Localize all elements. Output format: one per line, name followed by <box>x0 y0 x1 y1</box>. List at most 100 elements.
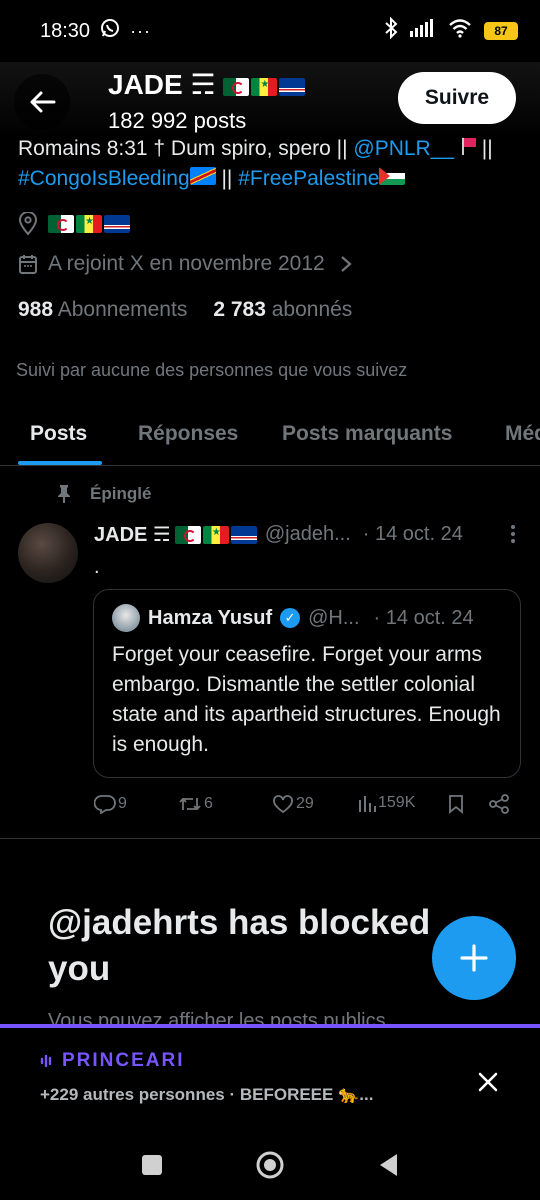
views-button[interactable]: 159K <box>358 794 415 812</box>
joined-row[interactable]: A rejoint X en novembre 2012 <box>18 252 353 276</box>
quoted-author-avatar <box>112 604 140 632</box>
home-button[interactable] <box>255 1150 285 1185</box>
pin-icon <box>58 485 70 503</box>
followers-label: abonnés <box>271 298 353 321</box>
repost-count: 6 <box>204 795 213 812</box>
blocked-title: @jadehrts has blocked you <box>48 903 431 988</box>
hashtag-palestine-link[interactable]: #FreePalestine <box>238 167 379 190</box>
tweet-text: . <box>94 556 100 578</box>
close-space-button[interactable] <box>472 1066 504 1098</box>
location-row <box>18 212 130 236</box>
algeria-flag-icon <box>174 525 201 544</box>
space-meta: +229 autres personnes · BEFOREEE 🐆... <box>40 1085 374 1104</box>
header-name: JADE ☴ <box>108 68 306 101</box>
back-button[interactable] <box>14 74 70 130</box>
quoted-tweet[interactable]: Hamza Yusuf ✓ @H... · 14 oct. 24 Forget … <box>93 589 521 778</box>
tweet-more-icon[interactable] <box>510 524 516 550</box>
recents-button[interactable] <box>141 1154 163 1181</box>
pinned-label: Épinglé <box>90 484 152 503</box>
red-flag-icon <box>460 137 476 155</box>
compose-button[interactable] <box>432 916 516 1000</box>
reply-count: 9 <box>118 795 127 812</box>
back-triangle-icon <box>380 1154 397 1176</box>
tweet-author-handle[interactable]: @jadeh... <box>265 523 351 546</box>
tab-media[interactable]: Méd <box>505 402 540 446</box>
calendar-icon <box>19 255 37 274</box>
joined-text: A rejoint X en novembre 2012 <box>48 252 325 275</box>
spaces-audio-icon <box>40 1054 52 1068</box>
quoted-tweet-date: · 14 oct. 24 <box>373 606 474 629</box>
location-flags <box>48 215 130 233</box>
followed-by-text: Suivi par aucune des personnes que vous … <box>16 360 408 380</box>
share-button[interactable] <box>488 794 510 814</box>
tab-replies[interactable]: Réponses <box>138 402 238 446</box>
profile-tabs: Posts Réponses Posts marquants Méd <box>0 402 540 466</box>
tab-posts[interactable]: Posts <box>30 402 87 446</box>
reply-icon <box>94 795 116 814</box>
followers-count: 2 783 <box>213 298 266 321</box>
verified-badge-icon: ✓ <box>280 608 301 628</box>
back-nav-button[interactable] <box>377 1152 399 1183</box>
cape-verde-flag-icon <box>104 215 130 233</box>
profile-bio: Romains 8:31 † Dum spiro, spero || @PNLR… <box>18 134 528 194</box>
profile-header: JADE ☴ 182 992 posts Suivre <box>0 62 540 138</box>
close-icon <box>478 1072 498 1092</box>
drc-flag-icon <box>189 167 216 185</box>
active-tab-indicator <box>18 461 102 465</box>
hashtag-congo-link[interactable]: #CongoIsBleeding <box>18 167 190 190</box>
battery-icon: 87 <box>484 22 518 40</box>
wifi-icon <box>448 18 472 44</box>
bio-line-1: Romains 8:31 † Dum spiro, spero || @PNLR… <box>18 134 528 164</box>
bio-separator-2: || <box>215 167 239 190</box>
cape-verde-flag-icon <box>230 525 257 544</box>
tweet-date[interactable]: · 14 oct. 24 <box>363 523 463 546</box>
tweet-author-flags <box>174 525 257 544</box>
heart-icon <box>273 795 293 814</box>
whatsapp-icon <box>100 18 120 44</box>
back-arrow-icon <box>30 91 56 113</box>
square-icon <box>142 1155 162 1175</box>
bio-text: Romains 8:31 † Dum spiro, spero || <box>18 137 354 160</box>
following-stat[interactable]: 988 Abonnements <box>18 298 187 322</box>
views-count: 159K <box>378 794 416 811</box>
section-divider <box>0 838 540 839</box>
following-label: Abonnements <box>57 298 188 321</box>
follow-button[interactable]: Suivre <box>398 72 516 124</box>
quoted-tweet-text: Forget your ceasefire. Forget your arms … <box>112 643 501 756</box>
author-avatar[interactable] <box>18 523 78 583</box>
quoted-tweet-header: Hamza Yusuf ✓ @H... · 14 oct. 24 <box>112 604 502 632</box>
repost-button[interactable]: 6 <box>178 794 213 814</box>
flags-emoji <box>223 77 306 96</box>
bio-mention-link[interactable]: @PNLR__ <box>353 137 454 160</box>
tab-highlights[interactable]: Posts marquants <box>282 402 452 446</box>
signal-icon <box>410 19 436 43</box>
senegal-flag-icon <box>76 215 102 233</box>
bookmark-icon <box>449 795 463 814</box>
repost-icon <box>179 797 201 811</box>
senegal-flag-icon <box>202 525 229 544</box>
tweet-header: JADE ☴ @jadeh... · 14 oct. 24 <box>94 522 524 547</box>
space-host: PRINCEARI <box>40 1050 185 1072</box>
bookmark-button[interactable] <box>448 794 464 814</box>
like-button[interactable]: 29 <box>272 794 314 814</box>
algeria-flag-icon <box>223 77 250 96</box>
quoted-author-handle: @H... <box>308 606 360 629</box>
bluetooth-icon <box>384 16 398 45</box>
following-count: 988 <box>18 298 54 321</box>
reply-button[interactable]: 9 <box>94 794 127 814</box>
follow-stats: 988 Abonnements 2 783 abonnés <box>18 298 352 322</box>
tweet-actions: 9 6 29 159K <box>94 792 524 820</box>
location-pin-icon <box>18 212 38 236</box>
tweet-author-name[interactable]: JADE ☴ <box>94 522 171 547</box>
header-posts-count: 182 992 posts <box>108 108 247 133</box>
spaces-bar[interactable]: PRINCEARI +229 autres personnes · BEFORE… <box>0 1024 540 1128</box>
bio-line-2: #CongoIsBleeding || #FreePalestine <box>18 164 528 194</box>
system-nav-bar <box>0 1128 540 1200</box>
share-icon <box>489 794 509 814</box>
followers-stat[interactable]: 2 783 abonnés <box>213 298 352 322</box>
pinned-label-row: Épinglé <box>56 484 151 504</box>
quoted-author-name: Hamza Yusuf <box>148 606 273 629</box>
status-time: 18:30 <box>40 19 91 42</box>
like-count: 29 <box>296 795 314 812</box>
senegal-flag-icon <box>251 77 278 96</box>
